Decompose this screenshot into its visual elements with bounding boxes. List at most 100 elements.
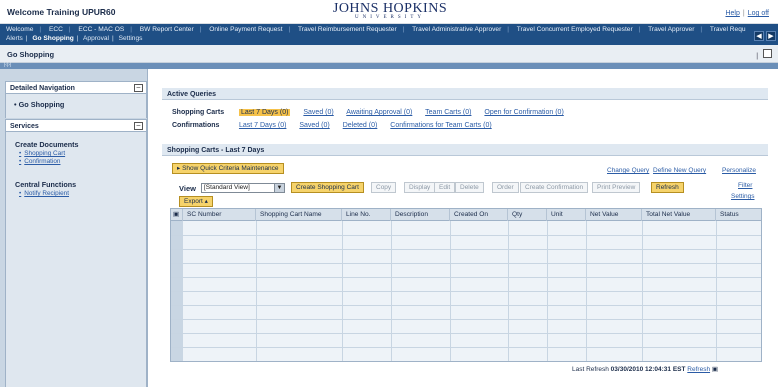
sidebar-item-label: Go Shopping xyxy=(18,100,65,109)
carts-team-carts-link[interactable]: Team Carts (0) xyxy=(425,109,471,116)
confirmations-query-row: Confirmations Last 7 Days (0) Saved (0) … xyxy=(172,122,503,129)
logo-line-1: JOHNS HOPKINS xyxy=(332,1,448,16)
page-title-bar: Go Shopping | xyxy=(0,45,778,63)
personalize-link[interactable]: Personalize xyxy=(722,167,756,174)
last-refresh-footer: Last Refresh 03/30/2010 12:04:31 EST Ref… xyxy=(572,365,718,373)
services-header: Services – xyxy=(5,119,147,132)
separator-icon: | xyxy=(756,53,759,60)
carts-list-title: Shopping Carts - Last 7 Days xyxy=(167,147,265,154)
refresh-button[interactable]: Refresh xyxy=(651,182,684,193)
copy-button[interactable]: Copy xyxy=(371,182,397,193)
portal-header: Welcome Training UPUR60 JOHNS HOPKINS UN… xyxy=(0,0,778,24)
carts-last-7-days-link[interactable]: Last 7 Days (0) xyxy=(238,109,291,116)
header-links: Help | Log off xyxy=(725,10,769,17)
select-all-icon[interactable]: ▣ xyxy=(171,209,183,221)
column-header-sc-number[interactable]: SC Number xyxy=(183,209,256,221)
shopping-cart-link[interactable]: • Shopping Cart xyxy=(19,150,65,157)
tab-travel-requ[interactable]: Travel Requ xyxy=(710,26,746,33)
sidebar: Detailed Navigation – • Go Shopping Serv… xyxy=(0,69,148,387)
tab-ecc[interactable]: ECC xyxy=(49,26,63,33)
conf-last-7-days-link[interactable]: Last 7 Days (0) xyxy=(239,122,286,129)
tab-ecc-mac-os[interactable]: ECC - MAC OS xyxy=(78,26,124,33)
quick-criteria-button[interactable]: ▸ Show Quick Criteria Maintenance xyxy=(172,163,284,174)
welcome-text: Welcome Training UPUR60 xyxy=(7,7,116,17)
column-header-qty[interactable]: Qty xyxy=(508,209,547,221)
create-documents-heading: Create Documents xyxy=(15,140,79,149)
page-tools: | xyxy=(753,49,772,60)
edit-button[interactable]: Edit xyxy=(434,182,456,193)
detailed-navigation-body: • Go Shopping xyxy=(5,94,147,118)
conf-saved-link[interactable]: Saved (0) xyxy=(299,122,329,129)
view-label: View xyxy=(179,184,196,193)
tab-welcome[interactable]: Welcome xyxy=(6,26,33,33)
university-logo: JOHNS HOPKINS UNIVERSITY xyxy=(326,2,454,21)
order-button[interactable]: Order xyxy=(492,182,519,193)
refresh-settings-icon[interactable]: ▣ xyxy=(712,366,718,373)
tab-travel-reimbursement-requester[interactable]: Travel Reimbursement Requester xyxy=(298,26,397,33)
active-queries-header: Active Queries xyxy=(162,88,768,100)
collapse-icon[interactable]: – xyxy=(134,84,143,92)
display-button[interactable]: Display xyxy=(404,182,436,193)
last-refresh-timestamp: 03/30/2010 12:04:31 EST xyxy=(610,366,686,373)
active-queries-title: Active Queries xyxy=(167,91,217,98)
subtab-alerts[interactable]: Alerts xyxy=(6,35,23,42)
tab-travel-approver[interactable]: Travel Approver xyxy=(648,26,694,33)
column-header-cart-name[interactable]: Shopping Cart Name xyxy=(256,209,342,221)
carts-open-for-confirmation-link[interactable]: Open for Confirmation (0) xyxy=(484,109,563,116)
filter-link[interactable]: Filter xyxy=(738,182,752,189)
carts-list-header: Shopping Carts - Last 7 Days xyxy=(162,144,768,156)
create-confirmation-button[interactable]: Create Confirmation xyxy=(520,182,589,193)
print-preview-button[interactable]: Print Preview xyxy=(592,182,641,193)
settings-link[interactable]: Settings xyxy=(731,193,755,200)
query-label: Confirmations xyxy=(172,122,220,129)
export-button[interactable]: Export ▴ xyxy=(179,196,213,207)
create-shopping-cart-button[interactable]: Create Shopping Cart xyxy=(291,182,364,193)
logoff-link[interactable]: Log off xyxy=(748,10,769,17)
column-header-net-value[interactable]: Net Value xyxy=(586,209,642,221)
subtab-approval[interactable]: Approval xyxy=(83,35,109,42)
scroll-left-icon[interactable]: ◀ xyxy=(754,31,764,41)
column-header-created-on[interactable]: Created On xyxy=(450,209,508,221)
footer-refresh-link[interactable]: Refresh xyxy=(687,366,710,373)
query-label: Shopping Carts xyxy=(172,109,225,116)
column-header-description[interactable]: Description xyxy=(391,209,450,221)
help-link[interactable]: Help xyxy=(725,10,739,17)
tab-travel-concurrent-employed-requester[interactable]: Travel Concurrent Employed Requester xyxy=(517,26,633,33)
carts-awaiting-approval-link[interactable]: Awaiting Approval (0) xyxy=(346,109,412,116)
define-new-query-link[interactable]: Define New Query xyxy=(653,167,706,174)
column-header-unit[interactable]: Unit xyxy=(547,209,586,221)
history-arrows[interactable]: |‹|›| xyxy=(4,62,11,68)
last-refresh-label: Last Refresh xyxy=(572,366,609,373)
tab-online-payment-request[interactable]: Online Payment Request xyxy=(209,26,282,33)
conf-deleted-link[interactable]: Deleted (0) xyxy=(343,122,378,129)
services-body: Create Documents • Shopping Cart • Confirm… xyxy=(5,132,147,387)
confirmation-link[interactable]: • Confirmation xyxy=(19,158,60,165)
central-functions-heading: Central Functions xyxy=(15,180,77,189)
change-query-link[interactable]: Change Query xyxy=(607,167,649,174)
column-header-status[interactable]: Status xyxy=(716,209,761,221)
view-select[interactable]: [Standard View] xyxy=(201,183,285,193)
tab-travel-administrative-approver[interactable]: Travel Administrative Approver xyxy=(412,26,501,33)
delete-button[interactable]: Delete xyxy=(455,182,484,193)
carts-saved-link[interactable]: Saved (0) xyxy=(303,109,333,116)
scroll-right-icon[interactable]: ▶ xyxy=(766,31,776,41)
tab-bw-report-center[interactable]: BW Report Center xyxy=(140,26,194,33)
shopping-carts-query-row: Shopping Carts Last 7 Days (0) Saved (0)… xyxy=(172,109,575,116)
tab-scroll-controls: ◀ ▶ xyxy=(752,31,776,41)
subtab-go-shopping[interactable]: Go Shopping xyxy=(32,35,73,42)
subtab-settings[interactable]: Settings xyxy=(119,35,143,42)
column-header-total-net-value[interactable]: Total Net Value xyxy=(642,209,716,221)
top-navigation: Welcome | ECC | ECC - MAC OS | BW Report Ce… xyxy=(0,24,778,45)
main-content: Active Queries Shopping Carts Last 7 Day… xyxy=(152,69,778,387)
table-body xyxy=(171,221,761,361)
sidebar-item-go-shopping[interactable]: • Go Shopping xyxy=(14,100,64,109)
notify-recipient-link[interactable]: • Notify Recipient xyxy=(19,190,69,197)
page-menu-icon[interactable] xyxy=(763,49,772,58)
shopping-carts-table: ▣ SC Number Shopping Cart Name Line No. … xyxy=(170,208,762,362)
chevron-down-icon[interactable]: ▼ xyxy=(274,183,285,193)
conf-team-carts-link[interactable]: Confirmations for Team Carts (0) xyxy=(390,122,491,129)
column-header-line-no[interactable]: Line No. xyxy=(342,209,391,221)
triangle-down-icon: ▴ xyxy=(202,198,208,205)
top-tabs: Welcome | ECC | ECC - MAC OS | BW Report Ce… xyxy=(6,26,746,33)
collapse-icon[interactable]: – xyxy=(134,122,143,130)
